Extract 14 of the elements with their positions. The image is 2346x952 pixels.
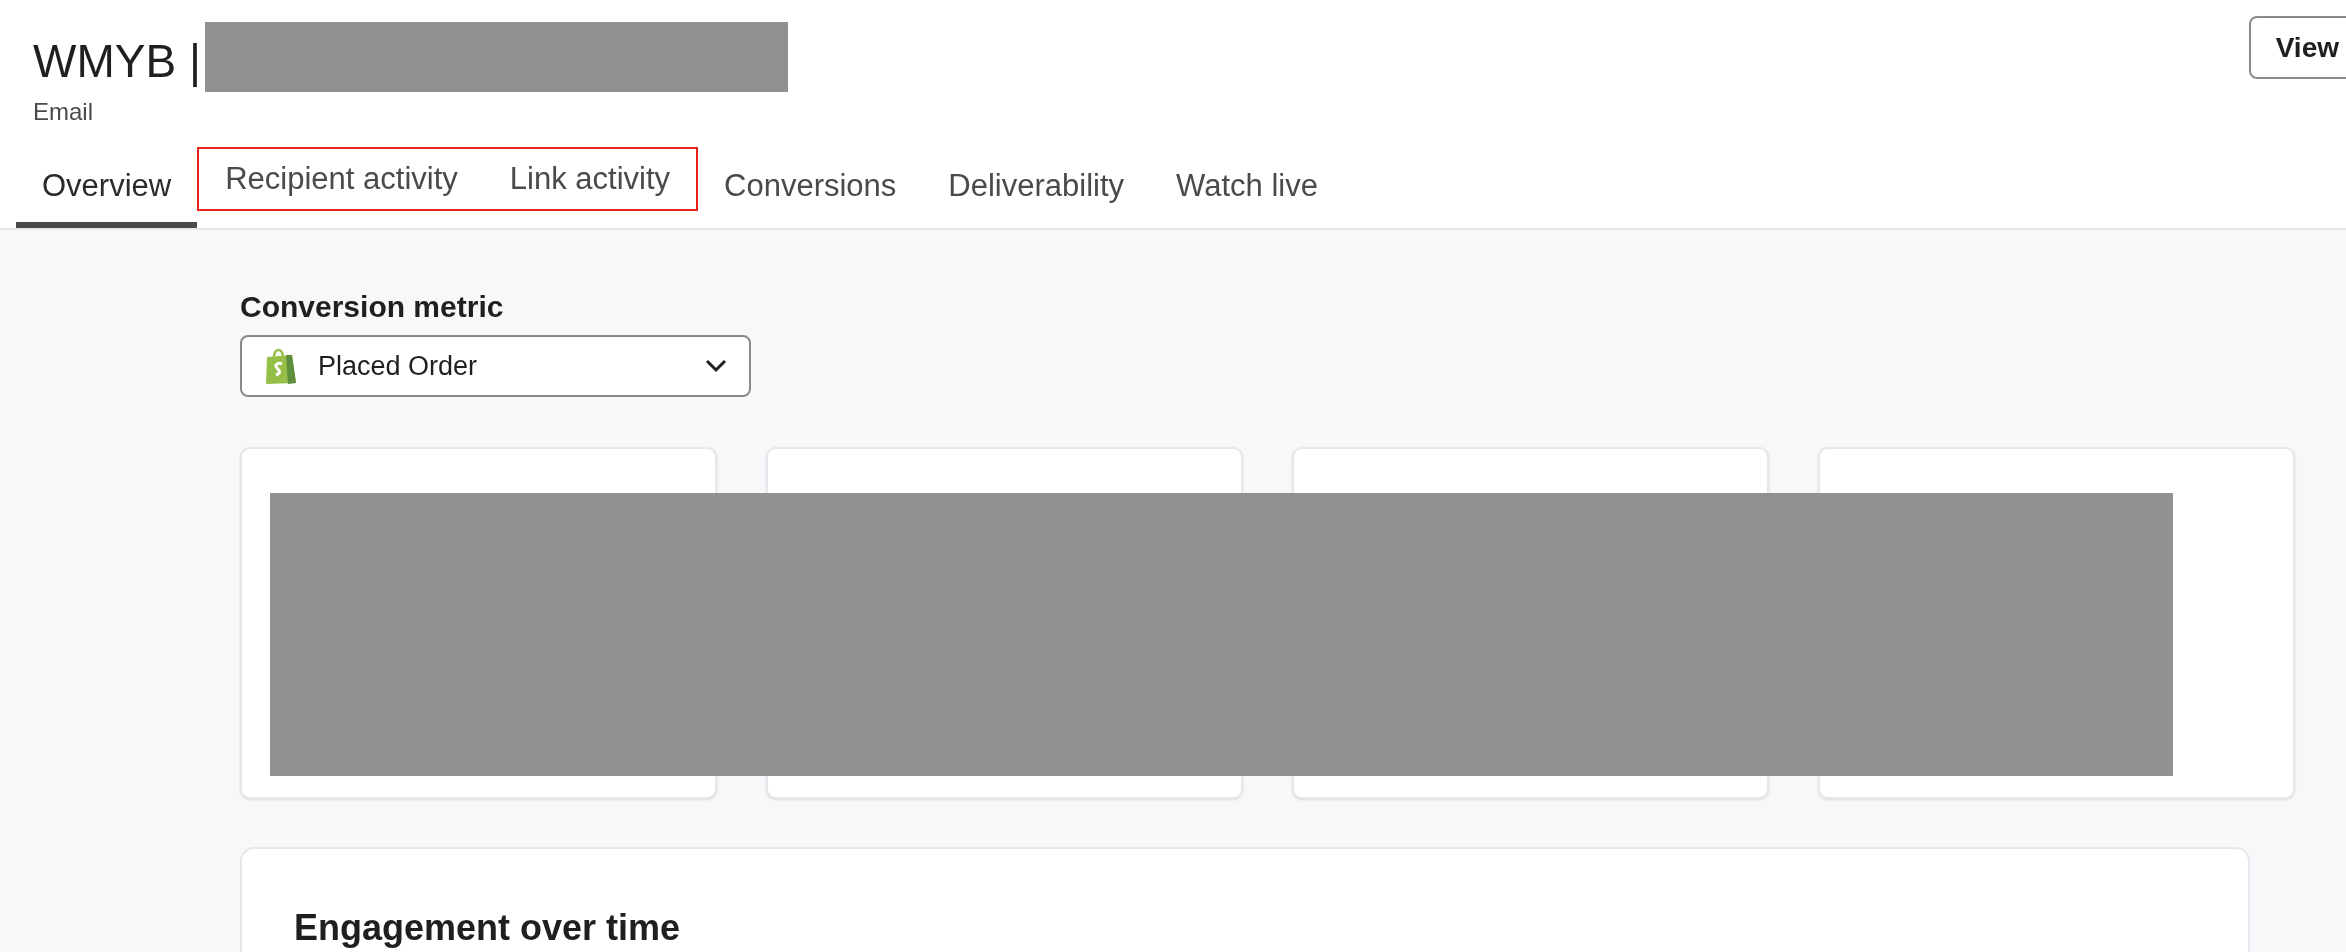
- tab[interactable]: Recipient activity: [199, 149, 484, 209]
- tab[interactable]: Deliverability: [922, 144, 1151, 228]
- page-title: WMYB |: [33, 34, 201, 89]
- chevron-down-icon: [705, 359, 727, 373]
- tab[interactable]: Link activity: [483, 149, 697, 209]
- view-button[interactable]: View: [2248, 16, 2346, 79]
- metric-dropdown[interactable]: Placed Order: [240, 335, 751, 397]
- shopping-bag-icon: [264, 347, 298, 385]
- tab[interactable]: Watch live: [1150, 144, 1344, 228]
- card-title: Engagement over time: [294, 906, 681, 950]
- tab[interactable]: Conversions: [698, 144, 923, 228]
- page-subtitle: Email: [33, 97, 94, 127]
- field-label: Conversion metric: [240, 289, 505, 325]
- tab[interactable]: Overview: [16, 144, 198, 228]
